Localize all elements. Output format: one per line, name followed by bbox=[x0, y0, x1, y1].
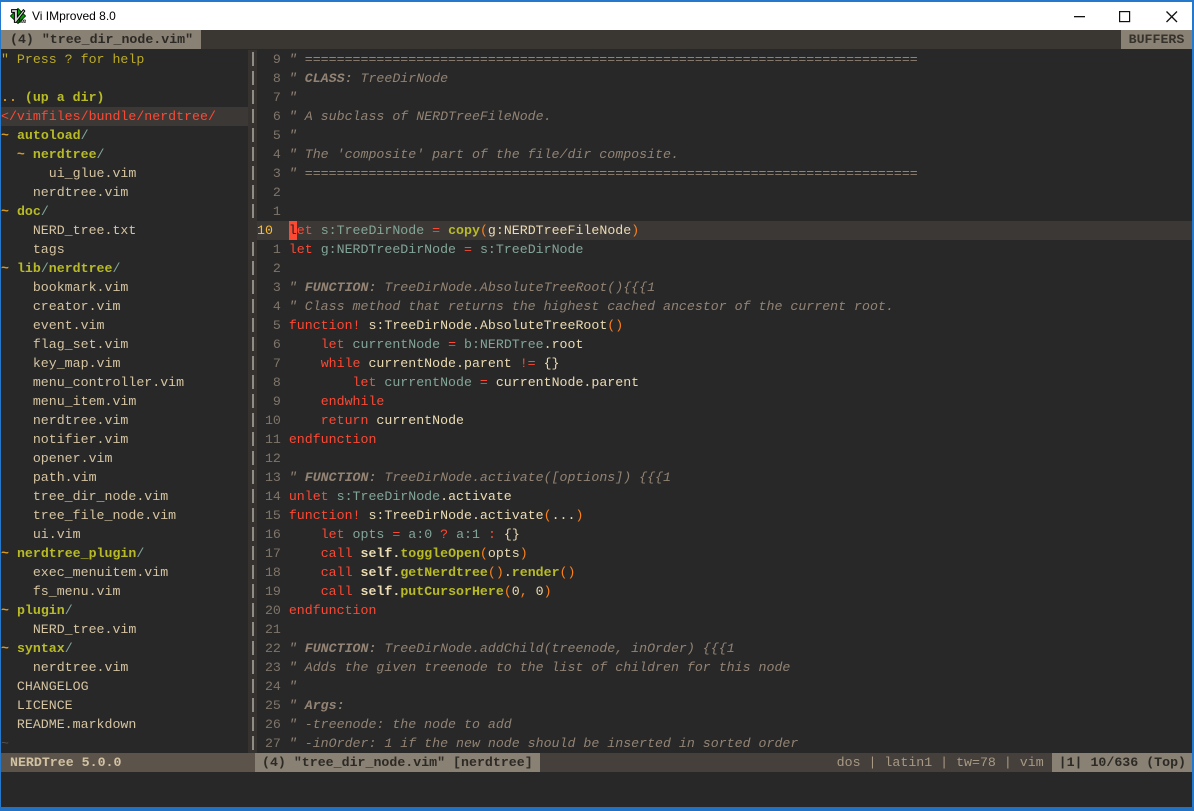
svg-text:im: im bbox=[18, 16, 26, 24]
